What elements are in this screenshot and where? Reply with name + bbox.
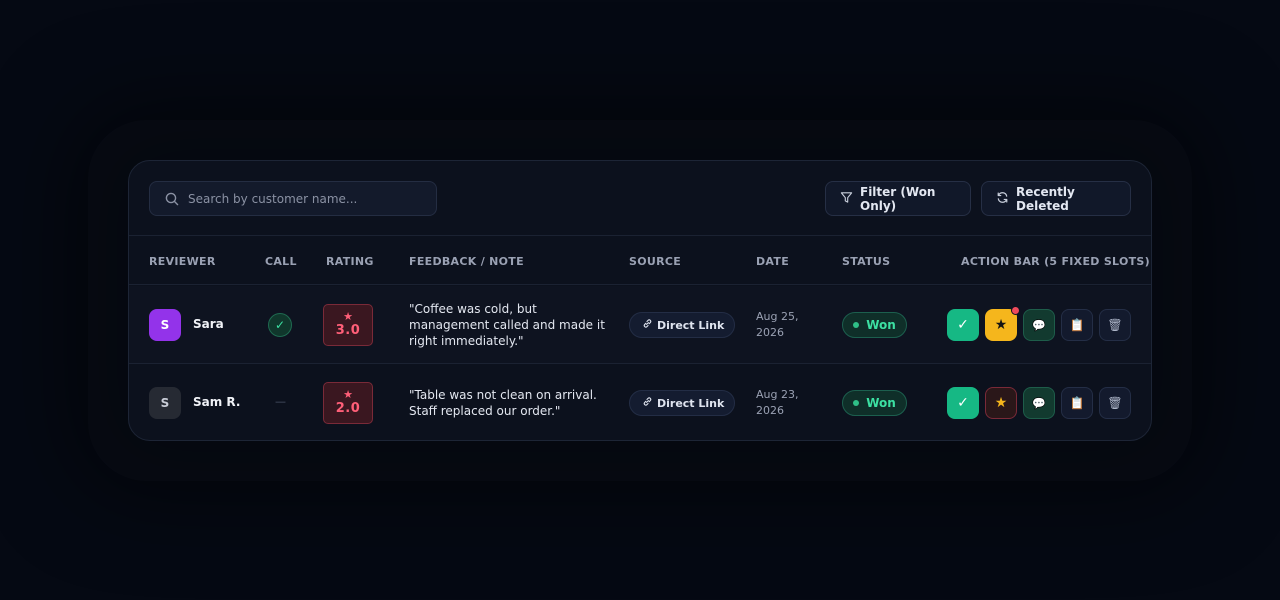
rating-value: 3.0 bbox=[335, 323, 361, 338]
table-header: REVIEWER CALL RATING FEEDBACK / NOTE SOU… bbox=[129, 237, 1151, 285]
column-header-status[interactable]: STATUS bbox=[842, 255, 890, 268]
reviewer-name: Sara bbox=[193, 317, 224, 331]
year-line: 2026 bbox=[756, 404, 784, 417]
rating-badge: ★ 2.0 bbox=[323, 382, 373, 424]
date-line: Aug 23, bbox=[756, 388, 799, 401]
filter-button-label: Filter (Won Only) bbox=[860, 184, 936, 213]
clipboard-icon: 📋 bbox=[1069, 396, 1085, 410]
approve-button[interactable]: ✓ bbox=[947, 387, 979, 419]
trash-icon: 🗑 bbox=[1107, 396, 1123, 410]
rating-value: 2.0 bbox=[335, 401, 361, 416]
feedback-text: "Coffee was cold, but management called … bbox=[409, 302, 605, 348]
source-label: Direct Link bbox=[657, 396, 725, 410]
reviewer-name: Sam R. bbox=[193, 395, 241, 409]
chat-icon: 💬 bbox=[1032, 396, 1046, 410]
comment-button[interactable]: 💬 bbox=[1023, 309, 1055, 341]
star-button[interactable]: ★ bbox=[985, 387, 1017, 419]
recently-deleted-button[interactable]: Recently Deleted bbox=[981, 181, 1131, 216]
source-badge[interactable]: Direct Link bbox=[629, 312, 736, 338]
year-line: 2026 bbox=[756, 326, 784, 339]
star-icon: ★ bbox=[994, 317, 1008, 333]
status-label: Won bbox=[866, 318, 896, 332]
star-button[interactable]: ★ bbox=[985, 306, 1020, 341]
column-header-feedback[interactable]: FEEDBACK / NOTE bbox=[409, 255, 524, 268]
star-icon: ★ bbox=[343, 310, 353, 323]
comment-button[interactable]: 💬 bbox=[1023, 387, 1055, 419]
column-header-reviewer[interactable]: REVIEWER bbox=[149, 255, 216, 268]
check-icon: ✓ bbox=[957, 317, 969, 333]
clipboard-icon: 📋 bbox=[1069, 318, 1085, 332]
delete-button[interactable]: 🗑 bbox=[1099, 309, 1131, 341]
review-date: Aug 23, 2026 bbox=[756, 387, 798, 419]
call-check-icon[interactable]: ✓ bbox=[268, 313, 292, 337]
column-header-date[interactable]: DATE bbox=[756, 255, 789, 268]
link-icon bbox=[642, 396, 653, 410]
check-icon: ✓ bbox=[957, 395, 969, 411]
delete-button[interactable]: 🗑 bbox=[1099, 387, 1131, 419]
filter-won-only-button[interactable]: Filter (Won Only) bbox=[825, 181, 971, 216]
action-bar: ✓ ★ 💬 📋 🗑 bbox=[947, 387, 1131, 419]
star-icon: ★ bbox=[994, 395, 1008, 411]
notification-dot-icon bbox=[1011, 306, 1020, 315]
star-icon: ★ bbox=[343, 388, 353, 401]
search-icon bbox=[164, 191, 180, 207]
reviews-table-card: Filter (Won Only) Recently Deleted REVIE… bbox=[128, 160, 1152, 441]
rating-badge: ★ 3.0 bbox=[323, 304, 373, 346]
status-label: Won bbox=[866, 396, 896, 410]
status-dot-icon bbox=[853, 400, 860, 406]
action-bar: ✓ ★ 💬 📋 🗑 bbox=[947, 306, 1131, 341]
note-button[interactable]: 📋 bbox=[1061, 309, 1093, 341]
filter-icon bbox=[840, 191, 853, 207]
search-input[interactable] bbox=[188, 191, 428, 206]
status-dot-icon bbox=[853, 322, 860, 328]
refresh-icon bbox=[996, 191, 1009, 207]
column-header-source[interactable]: SOURCE bbox=[629, 255, 681, 268]
search-box[interactable] bbox=[149, 181, 437, 216]
column-header-call[interactable]: CALL bbox=[265, 255, 297, 268]
link-icon bbox=[642, 318, 653, 332]
trash-icon: 🗑 bbox=[1107, 318, 1123, 332]
chat-icon: 💬 bbox=[1032, 318, 1046, 332]
status-badge: Won bbox=[842, 390, 907, 416]
review-date: Aug 25, 2026 bbox=[756, 309, 798, 341]
table-row[interactable]: S Sam R. — ★ 2.0 "Table was not clean on… bbox=[129, 365, 1151, 443]
date-line: Aug 25, bbox=[756, 310, 799, 323]
approve-button[interactable]: ✓ bbox=[947, 309, 979, 341]
avatar: S bbox=[149, 387, 181, 419]
status-badge: Won bbox=[842, 312, 907, 338]
feedback-text: "Table was not clean on arrival. Staff r… bbox=[409, 388, 597, 418]
column-header-actions: ACTION BAR (5 FIXED SLOTS) bbox=[961, 255, 1150, 268]
note-button[interactable]: 📋 bbox=[1061, 387, 1093, 419]
table-row[interactable]: S Sara ✓ ★ 3.0 "Coffee was cold, but man… bbox=[129, 286, 1151, 364]
source-badge[interactable]: Direct Link bbox=[629, 390, 736, 416]
column-header-rating[interactable]: RATING bbox=[326, 255, 374, 268]
avatar: S bbox=[149, 309, 181, 341]
toolbar: Filter (Won Only) Recently Deleted bbox=[129, 161, 1151, 236]
call-empty-indicator[interactable]: — bbox=[275, 395, 286, 408]
source-label: Direct Link bbox=[657, 318, 725, 332]
recently-deleted-label: Recently Deleted bbox=[1016, 184, 1075, 213]
